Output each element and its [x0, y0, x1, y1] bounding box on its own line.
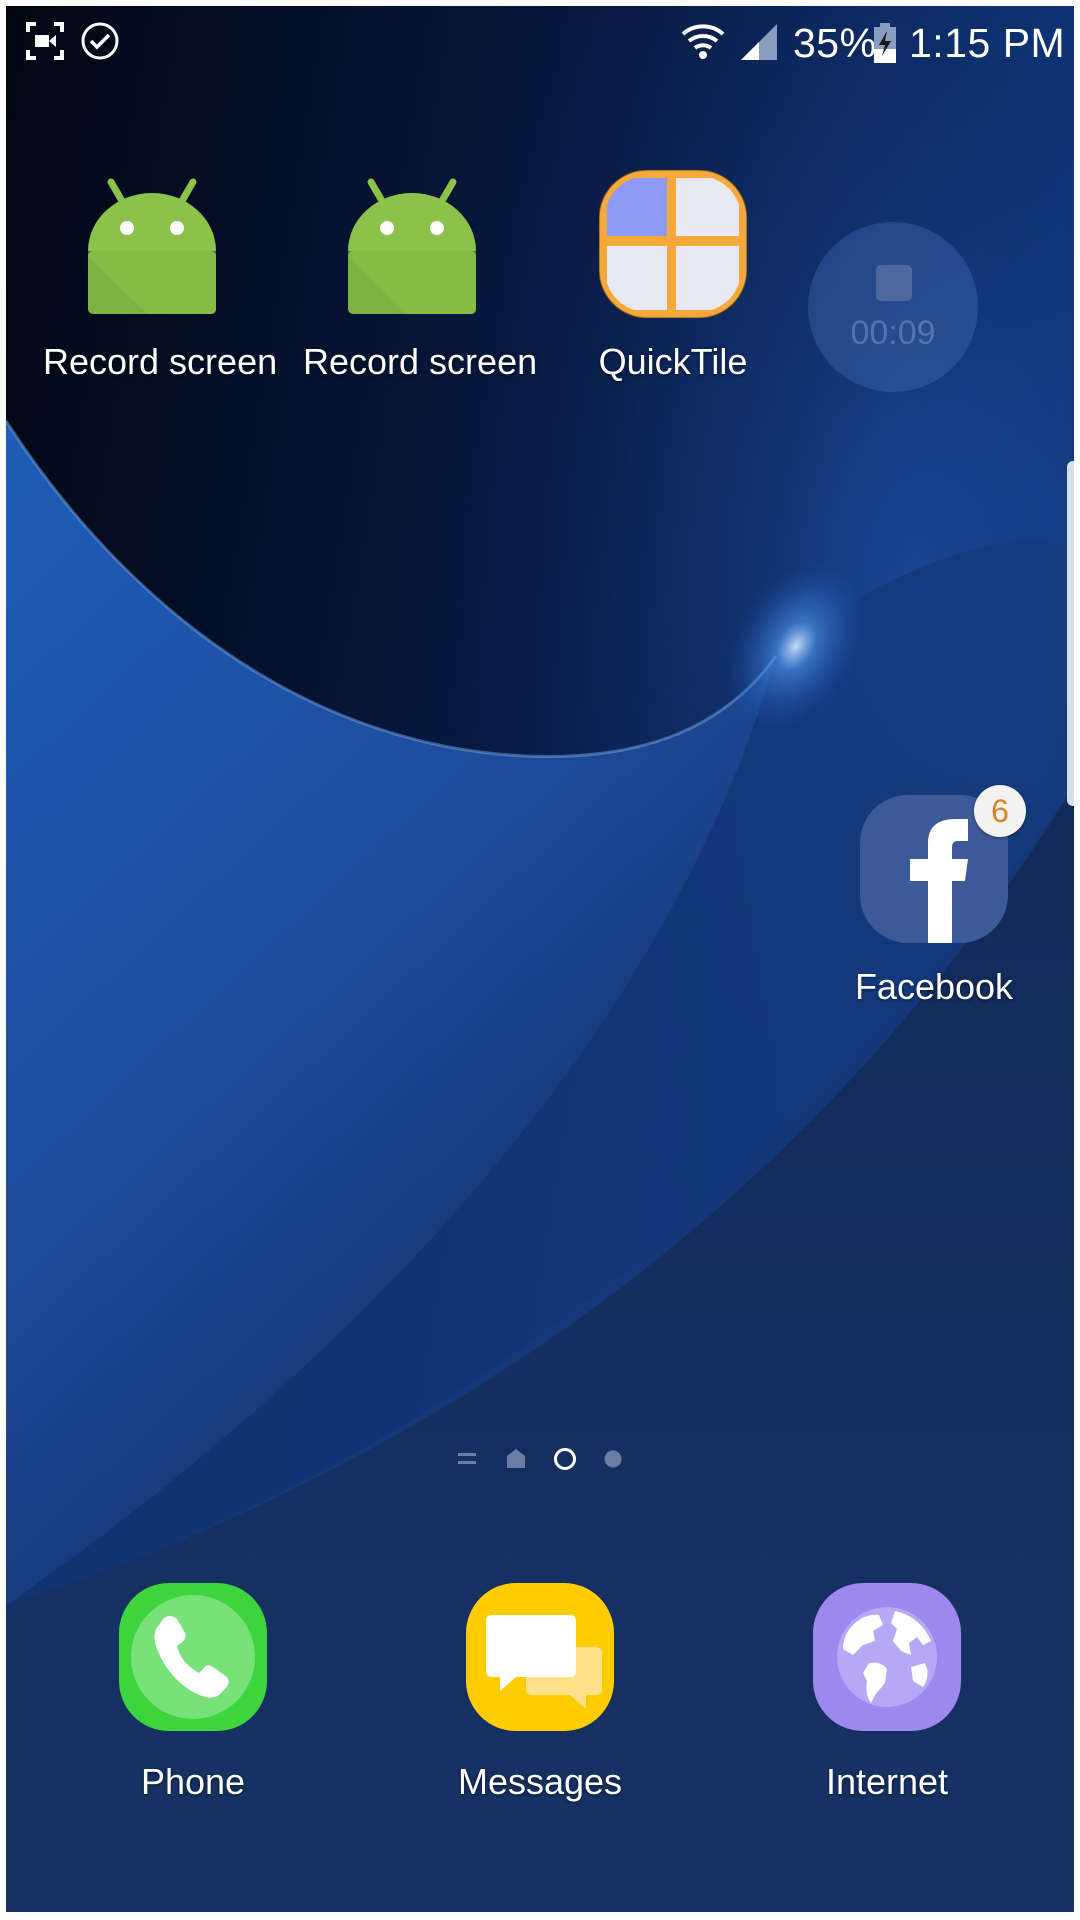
- app-record-screen-2[interactable]: Record screen: [303, 176, 538, 396]
- home-page-indicator-icon[interactable]: [504, 1446, 528, 1472]
- stop-icon[interactable]: [876, 265, 912, 301]
- app-record-screen-1[interactable]: Record screen: [43, 176, 278, 396]
- globe-icon: [813, 1583, 961, 1731]
- app-label: Record screen: [43, 341, 278, 382]
- screen-record-icon: [26, 22, 64, 60]
- page-dot-icon[interactable]: [600, 1446, 626, 1472]
- clock: 1:15 PM: [909, 20, 1066, 66]
- app-label: Facebook: [854, 966, 1014, 1007]
- messages-icon: [466, 1583, 614, 1731]
- dock-app-internet[interactable]: Internet: [777, 1583, 997, 1803]
- app-label: Internet: [825, 1761, 949, 1802]
- app-label: Messages: [457, 1761, 623, 1802]
- recording-overlay[interactable]: 00:09: [808, 222, 978, 392]
- android-icon: [348, 178, 476, 314]
- edge-panel-handle[interactable]: [1067, 461, 1074, 806]
- app-facebook[interactable]: 6 Facebook: [824, 776, 1044, 1016]
- check-circle-icon: [81, 22, 119, 60]
- wifi-icon: [681, 24, 725, 59]
- app-label: QuickTile: [598, 341, 748, 382]
- dock-app-phone[interactable]: Phone: [83, 1583, 303, 1803]
- home-screen: 35% 1:15 PM Record screen Record screen …: [6, 6, 1074, 1912]
- apps-menu-indicator-icon[interactable]: [456, 1446, 478, 1472]
- quicktile-grid-icon: [599, 170, 747, 318]
- notification-badge: 6: [974, 785, 1026, 837]
- dock-app-messages[interactable]: Messages: [430, 1583, 650, 1803]
- app-label: Phone: [140, 1761, 246, 1802]
- current-page-indicator-icon[interactable]: [552, 1446, 578, 1472]
- recording-timer: 00:09: [850, 314, 936, 352]
- cellular-signal-icon: [741, 24, 777, 60]
- android-icon: [88, 178, 216, 314]
- app-label: Record screen: [303, 341, 538, 382]
- phone-icon: [119, 1583, 267, 1731]
- app-quicktile[interactable]: QuickTile: [563, 170, 783, 396]
- battery-percent: 35%: [793, 20, 877, 66]
- battery-charging-icon: [874, 23, 896, 63]
